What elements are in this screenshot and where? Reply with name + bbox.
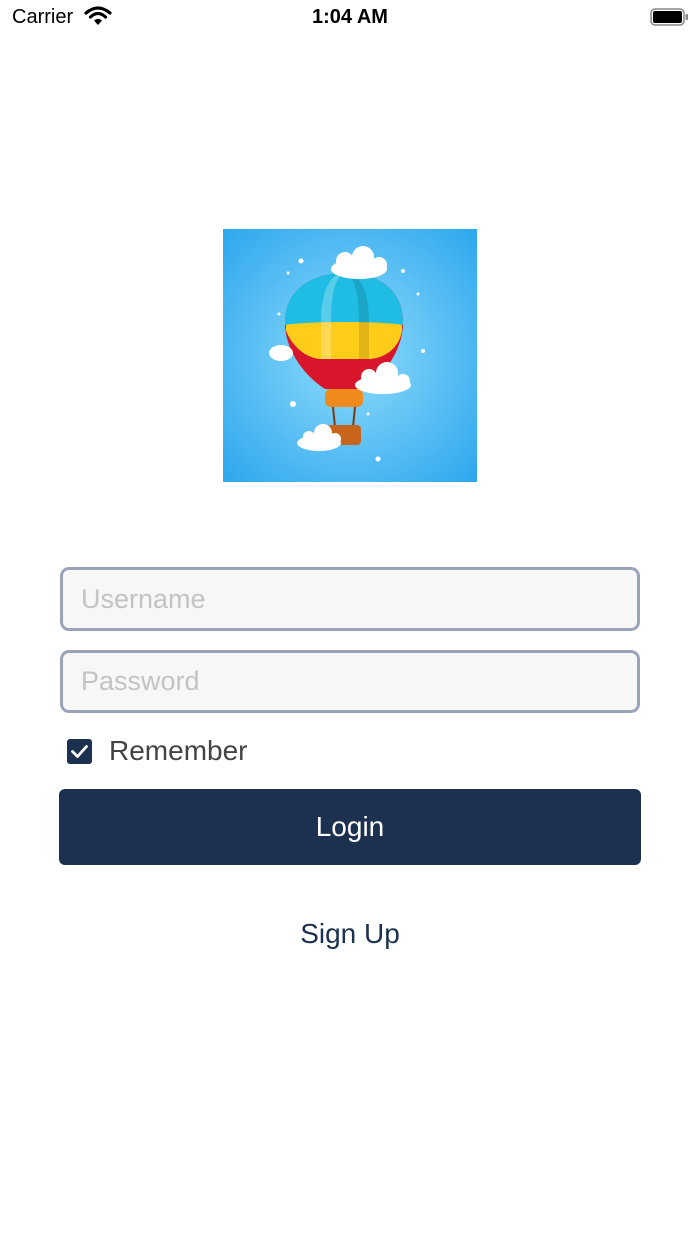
signup-link[interactable]: Sign Up	[0, 918, 700, 950]
remember-checkbox[interactable]	[67, 739, 92, 764]
balloon-logo	[223, 229, 477, 482]
battery-icon	[650, 8, 688, 26]
remember-label: Remember	[109, 735, 248, 766]
status-bar: Carrier 1:04 AM	[0, 0, 700, 36]
clock: 1:04 AM	[312, 6, 388, 28]
username-input[interactable]	[60, 567, 640, 631]
password-input[interactable]	[60, 650, 640, 713]
login-button[interactable]: Login	[59, 789, 641, 865]
checkmark-icon	[71, 745, 88, 758]
